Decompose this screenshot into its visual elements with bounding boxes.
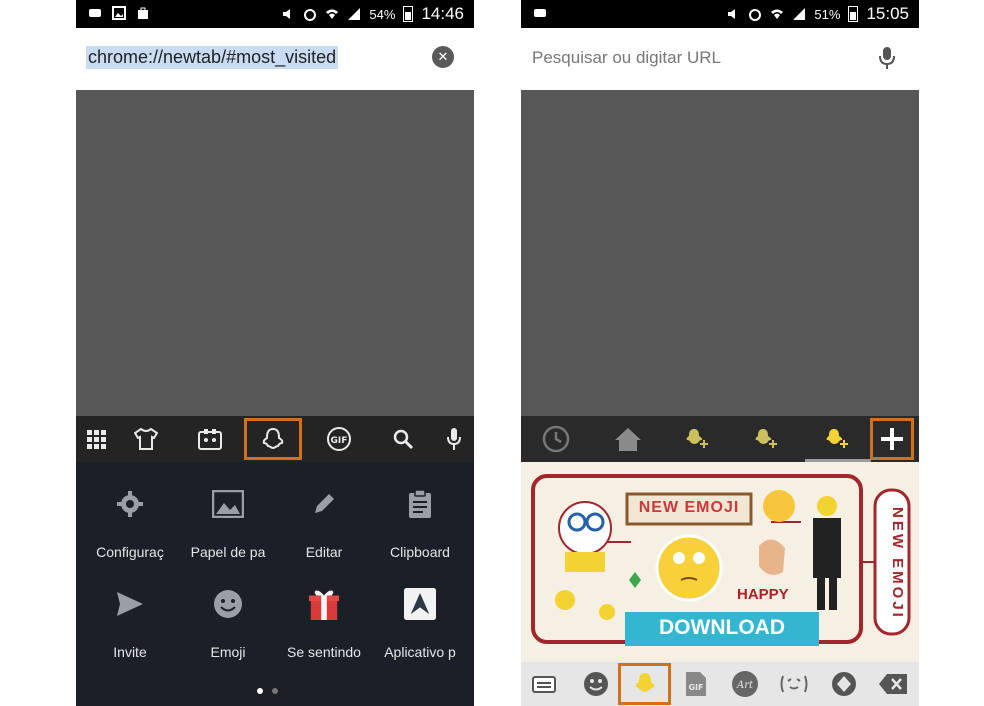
mute-icon <box>283 9 291 19</box>
backspace-icon[interactable] <box>873 662 913 706</box>
menu-item-wallpaper[interactable]: Papel de pa <box>179 462 277 562</box>
menu-item-invite[interactable]: Invite <box>81 562 179 662</box>
art-label: Art <box>736 680 754 691</box>
menu-item-settings[interactable]: Configuraç <box>81 462 179 562</box>
url-input-placeholder[interactable]: Pesquisar ou digitar URL <box>532 48 721 68</box>
pencil-icon <box>308 488 340 520</box>
grid-icon[interactable] <box>76 416 116 462</box>
battery-icon <box>848 6 859 22</box>
clipboard-icon <box>404 488 436 520</box>
gif-icon[interactable]: GIF <box>676 662 716 706</box>
battery-percent: 54% <box>369 6 396 22</box>
message-icon <box>89 9 101 17</box>
mic-icon[interactable] <box>877 46 897 70</box>
search-icon[interactable] <box>383 416 423 462</box>
new-emoji-banner[interactable]: NEW EMOJI NEW EMOJI HAPPY DOWNLOAD <box>521 462 919 662</box>
plus-highlight-box <box>870 418 914 460</box>
menu-item-label: Editar <box>305 544 343 560</box>
svg-text:GIF: GIF <box>331 436 348 446</box>
menu-item-label: Emoji <box>210 644 246 660</box>
menu-item-edit[interactable]: Editar <box>275 462 373 562</box>
sticker-icon[interactable] <box>190 416 230 462</box>
keyboard-menu-panel: Configuraç Papel de pa Editar Clipboard … <box>76 462 474 706</box>
wifi-icon <box>326 9 339 19</box>
url-bar[interactable]: Pesquisar ou digitar URL <box>521 28 919 90</box>
alarm-icon <box>749 9 762 21</box>
sticker-icon[interactable] <box>824 662 864 706</box>
left-phone-screen: 54% 14:46 chrome://newtab/#most_visited … <box>76 0 474 706</box>
page-dot-active <box>257 688 263 694</box>
ghost-highlight-box <box>618 663 671 705</box>
banner-side-text: NEW EMOJI <box>889 506 906 620</box>
smiley-icon[interactable] <box>576 662 616 706</box>
download-button[interactable]: DOWNLOAD <box>625 616 819 640</box>
menu-item-label: Invite <box>113 644 147 660</box>
gif-icon[interactable]: GIF <box>319 416 359 462</box>
gallery-icon <box>112 6 126 20</box>
menu-item-label: Papel de pa <box>190 544 266 560</box>
mic-icon[interactable] <box>434 416 474 462</box>
status-bar: 51% 15:05 <box>521 0 919 28</box>
keyboard-bottom-bar: GIF Art <box>521 662 919 706</box>
menu-item-label: Clipboard <box>390 544 450 560</box>
page-content-area <box>76 90 474 416</box>
ghost-highlight-box <box>244 418 302 460</box>
ghost-pack-icon[interactable] <box>742 416 788 462</box>
menu-item-label: Configuraç <box>96 544 164 560</box>
url-input[interactable]: chrome://newtab/#most_visited <box>86 46 339 69</box>
page-indicator <box>257 688 278 694</box>
smiley-icon <box>212 588 244 620</box>
right-phone-screen: 51% 15:05 Pesquisar ou digitar URL NEW E… <box>521 0 919 706</box>
status-bar: 54% 14:46 <box>76 0 474 28</box>
battery-icon <box>403 6 414 22</box>
gif-label: GIF <box>688 683 703 692</box>
gear-icon <box>114 488 146 520</box>
close-circle-icon[interactable]: ✕ <box>432 46 454 68</box>
clock-icon[interactable] <box>533 416 579 462</box>
page-dot <box>272 688 278 694</box>
menu-item-emoji[interactable]: Emoji <box>179 562 277 662</box>
wifi-icon <box>771 9 784 19</box>
sticker-toolbar <box>521 416 919 462</box>
theme-shirt-icon[interactable] <box>126 416 166 462</box>
signal-icon <box>793 8 806 20</box>
send-icon <box>114 588 146 620</box>
app-icon <box>404 588 436 620</box>
mute-icon <box>728 9 736 19</box>
banner-happy-text: HAPPY <box>737 586 789 603</box>
bag-icon <box>138 7 148 19</box>
menu-item-label: Aplicativo p <box>384 644 456 660</box>
signal-icon <box>348 8 361 20</box>
ghost-pack-icon[interactable] <box>673 416 719 462</box>
clock-time: 15:05 <box>866 4 909 23</box>
keyboard-icon[interactable] <box>524 662 564 706</box>
menu-item-feeling[interactable]: Se sentindo <box>275 562 373 662</box>
menu-item-clipboard[interactable]: Clipboard <box>371 462 469 562</box>
home-icon[interactable] <box>605 416 651 462</box>
url-bar[interactable]: chrome://newtab/#most_visited ✕ <box>76 28 474 90</box>
gift-icon <box>308 588 340 620</box>
menu-item-label: Se sentindo <box>287 644 361 660</box>
image-icon <box>212 488 244 520</box>
message-icon <box>534 9 546 17</box>
menu-item-app[interactable]: Aplicativo p <box>371 562 469 662</box>
clock-time: 14:46 <box>421 4 464 23</box>
alarm-icon <box>304 9 317 21</box>
page-content-area <box>521 90 919 416</box>
battery-percent: 51% <box>814 6 841 22</box>
kaomoji-icon[interactable] <box>774 662 814 706</box>
keyboard-toolbar: GIF <box>76 416 474 462</box>
ghost-pack-icon[interactable] <box>813 416 859 462</box>
banner-title: NEW EMOJI <box>638 499 740 516</box>
art-text-icon[interactable]: Art <box>725 662 765 706</box>
